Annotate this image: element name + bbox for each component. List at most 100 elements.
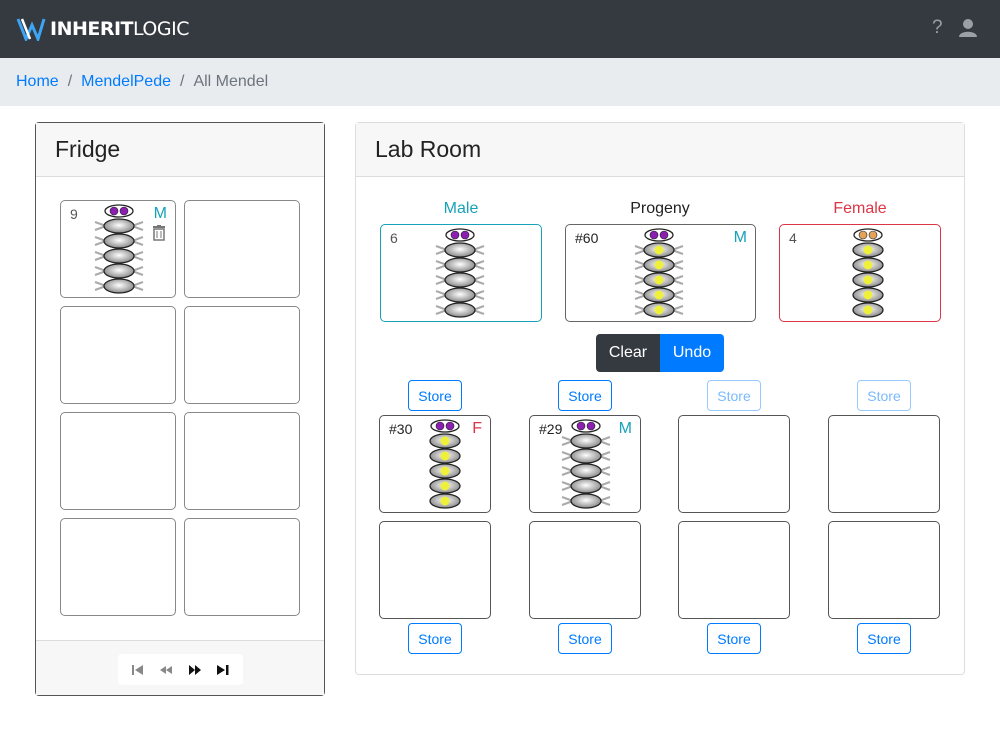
progeny-slot[interactable]: #60 M: [565, 224, 756, 322]
fridge-pager: [118, 654, 243, 685]
fridge-slot-empty[interactable]: [184, 412, 300, 510]
fridge-footer: [36, 640, 324, 695]
next-page-icon[interactable]: [185, 660, 205, 680]
store-button[interactable]: Store: [558, 623, 612, 654]
undo-button[interactable]: Undo: [660, 334, 724, 372]
specimen-number: 6: [390, 230, 398, 246]
eye: [119, 206, 129, 216]
offspring-slot-empty[interactable]: [828, 415, 940, 513]
eye: [649, 230, 659, 240]
segment-spot: [863, 275, 873, 285]
store-button[interactable]: Store: [857, 380, 911, 411]
offspring-slot-empty[interactable]: [678, 415, 790, 513]
last-page-icon[interactable]: [213, 660, 233, 680]
body-segment: [444, 242, 476, 258]
logo-light: LOGIC: [133, 18, 189, 40]
eye: [576, 421, 586, 431]
segment-spot: [654, 290, 664, 300]
body-segment: [444, 272, 476, 288]
male-parent-slot[interactable]: 6: [380, 224, 542, 322]
logo-icon: [16, 18, 46, 41]
head: [853, 228, 883, 242]
body-segment: [444, 257, 476, 273]
segment-spot: [654, 275, 664, 285]
breadcrumb-current: All Mendel: [193, 73, 269, 90]
fridge-title: Fridge: [36, 123, 324, 177]
head: [104, 204, 134, 218]
specimen-number: #29: [539, 421, 563, 437]
segment-spot: [440, 451, 450, 461]
body-segment: [570, 463, 602, 479]
store-button[interactable]: Store: [857, 623, 911, 654]
fridge-slot-empty[interactable]: [60, 412, 176, 510]
fridge-slot-empty[interactable]: [60, 518, 176, 616]
offspring-slot-empty[interactable]: [678, 521, 790, 619]
eye: [586, 421, 596, 431]
mendelpede-specimen: [560, 418, 612, 517]
store-button[interactable]: Store: [707, 380, 761, 411]
segment-spot: [863, 305, 873, 315]
eye: [109, 206, 119, 216]
store-button[interactable]: Store: [408, 623, 462, 654]
fridge-slot-empty[interactable]: [184, 518, 300, 616]
mendelpede-specimen: [93, 203, 145, 302]
body-segment: [570, 448, 602, 464]
breadcrumb: Home / MendelPede / All Mendel: [16, 73, 268, 91]
body-segment: [444, 302, 476, 318]
body-segment: [570, 478, 602, 494]
mendelpede-drawing: [634, 228, 684, 318]
user-icon[interactable]: [958, 18, 978, 38]
offspring-slot-empty[interactable]: [529, 521, 641, 619]
mendelpede-drawing: [435, 228, 485, 318]
specimen-number: #30: [389, 421, 413, 437]
segment-spot: [863, 260, 873, 270]
fridge-slot-empty[interactable]: [60, 306, 176, 404]
eye: [445, 421, 455, 431]
lab-room-title: Lab Room: [356, 123, 964, 177]
mendelpede-drawing: [94, 204, 144, 294]
female-parent-slot[interactable]: 4: [779, 224, 941, 322]
top-navbar: INHERITLOGIC ?: [0, 0, 1000, 58]
mendelpede-specimen: [842, 227, 894, 326]
progeny-label: Progeny: [630, 200, 690, 217]
segment-spot: [440, 436, 450, 446]
offspring-slot[interactable]: #30 F: [379, 415, 491, 513]
fridge-slot-empty[interactable]: [184, 200, 300, 298]
store-button[interactable]: Store: [558, 380, 612, 411]
breadcrumb-separator: /: [179, 73, 185, 90]
offspring-slot[interactable]: #29 M: [529, 415, 641, 513]
body-segment: [444, 287, 476, 303]
specimen-sex: M: [618, 420, 632, 437]
offspring-slot-empty[interactable]: [828, 521, 940, 619]
mating-controls: Clear Undo: [596, 334, 724, 372]
fridge-slot-empty[interactable]: [184, 306, 300, 404]
segment-spot: [440, 481, 450, 491]
mendelpede-drawing: [429, 419, 461, 509]
specimen-sex: M: [153, 205, 167, 222]
specimen-number: 9: [70, 206, 78, 222]
fridge-slot[interactable]: 9 M: [60, 200, 176, 298]
segment-spot: [440, 496, 450, 506]
mendelpede-specimen: [633, 227, 685, 326]
first-page-icon[interactable]: [128, 660, 148, 680]
mendelpede-specimen: [434, 227, 486, 326]
head: [445, 228, 475, 242]
segment-spot: [654, 245, 664, 255]
breadcrumb-home[interactable]: Home: [16, 73, 59, 91]
help-icon[interactable]: ?: [932, 17, 943, 39]
segment-spot: [440, 466, 450, 476]
mendelpede-drawing: [852, 228, 884, 318]
offspring-slot-empty[interactable]: [379, 521, 491, 619]
trash-icon[interactable]: [153, 225, 165, 241]
specimen-number: #60: [575, 230, 599, 246]
body-segment: [570, 493, 602, 509]
breadcrumb-mendelpede[interactable]: MendelPede: [81, 73, 171, 91]
logo-text: INHERITLOGIC: [50, 18, 189, 40]
head: [430, 419, 460, 433]
store-button[interactable]: Store: [408, 380, 462, 411]
prev-page-icon[interactable]: [156, 660, 176, 680]
clear-button[interactable]: Clear: [596, 334, 660, 372]
store-button[interactable]: Store: [707, 623, 761, 654]
brand-logo[interactable]: INHERITLOGIC: [16, 15, 189, 43]
male-label: Male: [443, 200, 479, 217]
